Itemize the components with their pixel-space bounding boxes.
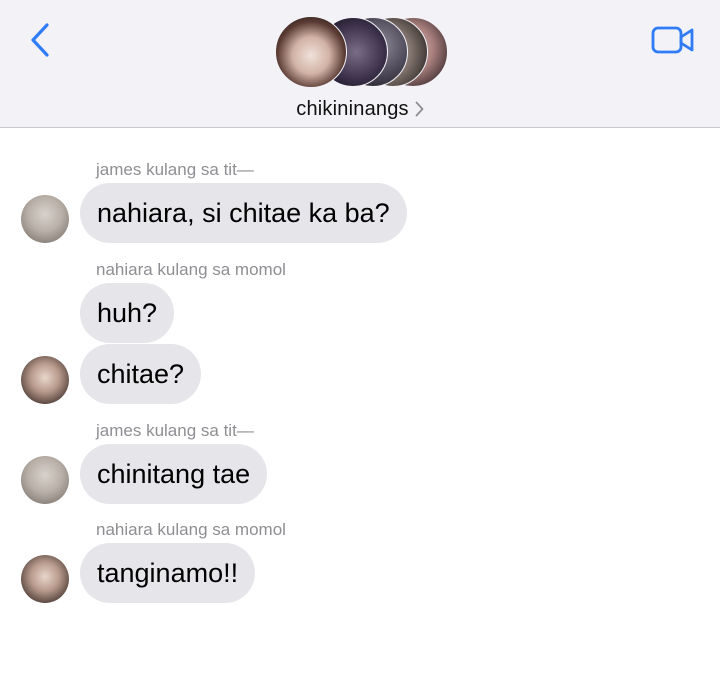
message-bubble[interactable]: chitae? bbox=[80, 344, 202, 404]
message-bubble[interactable]: huh? bbox=[80, 283, 175, 343]
group-name-button[interactable]: chikininangs bbox=[0, 96, 720, 122]
avatar[interactable] bbox=[21, 356, 69, 404]
facetime-video-button[interactable] bbox=[648, 20, 698, 60]
message-bubble[interactable]: nahiara, si chitae ka ba? bbox=[80, 183, 407, 243]
group-member-avatar bbox=[275, 16, 347, 88]
back-button[interactable] bbox=[20, 20, 60, 60]
sender-name: nahiara kulang sa momol bbox=[96, 520, 286, 539]
sender-name: nahiara kulang sa momol bbox=[96, 260, 286, 279]
sender-name: james kulang sa tit— bbox=[96, 160, 254, 179]
group-name: chikininangs bbox=[296, 97, 409, 120]
chevron-right-icon bbox=[415, 101, 424, 117]
avatar[interactable] bbox=[21, 555, 69, 603]
chevron-left-icon bbox=[31, 23, 49, 57]
message-bubble[interactable]: tanginamo!! bbox=[80, 543, 256, 603]
group-avatar-stack[interactable] bbox=[274, 16, 448, 89]
avatar[interactable] bbox=[21, 456, 69, 504]
sender-name: james kulang sa tit— bbox=[96, 421, 254, 440]
video-camera-icon bbox=[651, 26, 694, 54]
message-bubble[interactable]: chinitang tae bbox=[80, 444, 268, 504]
conversation-header: chikininangs bbox=[0, 0, 720, 128]
avatar[interactable] bbox=[21, 195, 69, 243]
